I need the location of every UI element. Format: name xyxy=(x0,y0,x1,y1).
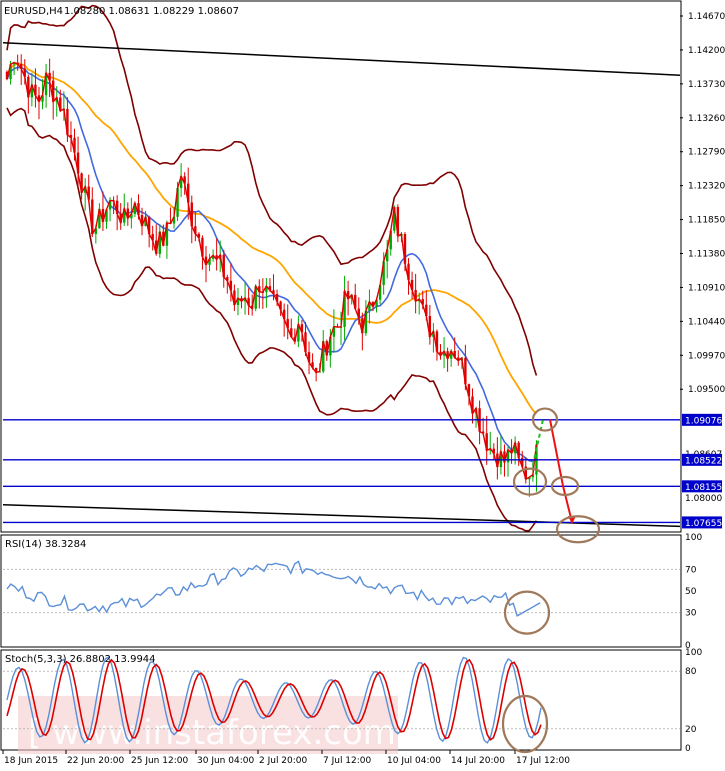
x-tick-label: 14 Jul 20:00 xyxy=(451,756,505,766)
rsi-y-label: 30 xyxy=(685,609,697,619)
quote-label: 1.08280 1.08631 1.08229 1.08607 xyxy=(64,6,239,17)
y-tick-label: 1.13260 xyxy=(688,114,725,124)
y-tick-label: 1.10910 xyxy=(688,283,725,293)
rsi-panel xyxy=(0,534,682,648)
level-label: 1.08155 xyxy=(685,483,722,493)
x-tick-label: 18 Jun 2015 xyxy=(4,756,58,766)
rsi-y-label: 50 xyxy=(685,587,697,597)
x-tick-label: 7 Jul 12:00 xyxy=(323,756,372,766)
level-label: 1.07655 xyxy=(685,519,722,529)
x-tick-label: 30 Jun 04:00 xyxy=(197,756,254,766)
rsi-y-label: 100 xyxy=(685,533,702,543)
x-tick-label: 2 Jul 20:00 xyxy=(259,756,308,766)
y-tick-label: 1.10440 xyxy=(688,317,725,327)
y-tick-label: 1.14670 xyxy=(688,12,725,22)
rsi-title: RSI(14) 38.3284 xyxy=(5,539,86,550)
main-panel xyxy=(0,0,682,533)
stoch-title: Stoch(5,3,3) 26.8802 13.9944 xyxy=(5,654,156,665)
level-label: 1.08522 xyxy=(685,456,722,466)
y-tick-label: 1.12790 xyxy=(688,148,725,158)
y-tick-label: 1.11850 xyxy=(688,216,725,226)
y-tick-label: 1.13730 xyxy=(688,80,725,90)
y-tick-label: 1.11380 xyxy=(688,250,725,260)
symbol-label: EURUSD,H4 xyxy=(4,6,63,17)
x-tick-label: 22 Jun 20:00 xyxy=(67,756,124,766)
stoch-y-label: 20 xyxy=(685,725,697,735)
x-tick-label: 25 Jun 12:00 xyxy=(131,756,188,766)
chart-svg: [ www.instaforex.com ] 1007050300 100802… xyxy=(0,0,725,766)
y-tick-label: 1.14200 xyxy=(688,46,725,56)
x-tick-label: 17 Jul 12:00 xyxy=(516,756,570,766)
y-tick-label: 1.09970 xyxy=(688,351,725,361)
extra-price-label: 1.08000 xyxy=(685,494,722,504)
chart-window: [ www.instaforex.com ] 100 70 50 30 0 100 80 2… xyxy=(0,0,725,767)
y-tick-label: 1.09500 xyxy=(688,385,725,395)
stoch-y-label: 80 xyxy=(685,667,697,677)
rsi-y-label: 70 xyxy=(685,565,697,575)
stoch-y-label: 100 xyxy=(685,648,702,658)
y-tick-label: 1.12320 xyxy=(688,182,725,192)
level-label: 1.09076 xyxy=(685,416,722,426)
stoch-y-label: 0 xyxy=(685,744,691,754)
x-tick-label: 10 Jul 04:00 xyxy=(387,756,441,766)
